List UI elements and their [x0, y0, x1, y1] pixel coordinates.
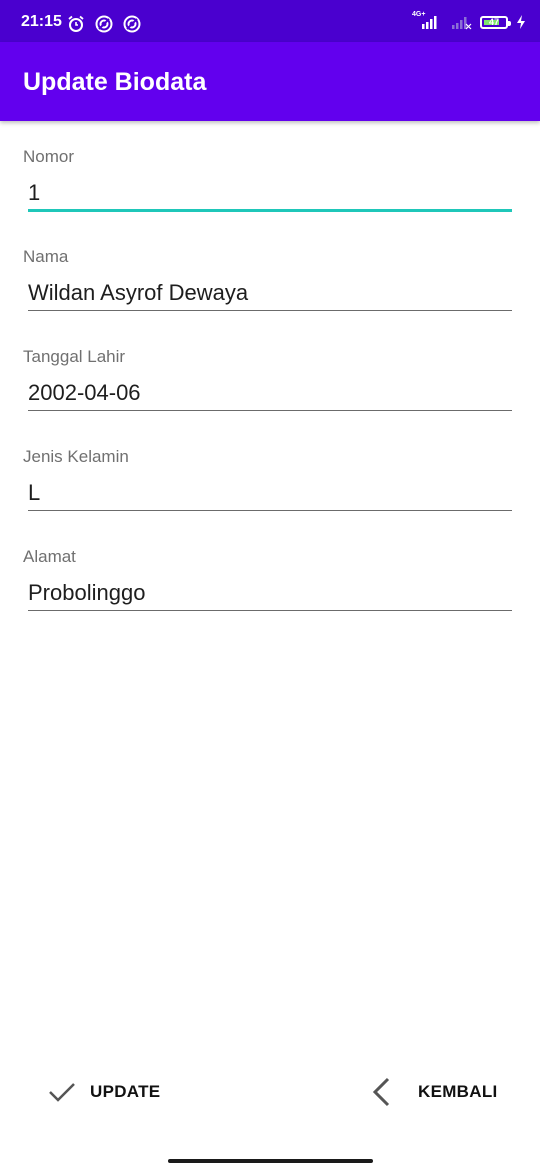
jenis-kelamin-input[interactable]: L	[28, 476, 512, 511]
field-label: Tanggal Lahir	[23, 347, 126, 366]
page-title: Update Biodata	[23, 68, 207, 96]
app-bar: Update Biodata	[0, 42, 540, 121]
tanggal-lahir-input[interactable]: 2002-04-06	[28, 376, 512, 411]
signal-icon: 4G+	[412, 11, 442, 30]
update-label: UPDATE	[90, 1082, 161, 1101]
signal-icon	[452, 17, 472, 30]
battery-level: 47	[488, 16, 499, 27]
field-tanggal-lahir: Tanggal Lahir 2002-04-06	[0, 347, 540, 447]
battery-cap	[508, 20, 511, 26]
field-label: Alamat	[23, 547, 76, 566]
field-label: Nomor	[23, 147, 75, 166]
sync-icon	[95, 15, 113, 33]
status-icons-left	[67, 15, 141, 33]
status-time: 21:15	[21, 13, 62, 30]
field-jenis-kelamin: Jenis Kelamin L	[0, 447, 540, 547]
sync-icon	[123, 15, 141, 33]
field-label: Jenis Kelamin	[23, 447, 129, 466]
alarm-icon	[68, 15, 84, 32]
alamat-input[interactable]: Probolinggo	[28, 576, 512, 611]
battery-icon: 47	[480, 15, 511, 29]
field-label: Nama	[23, 247, 69, 266]
update-button[interactable]: UPDATE	[48, 1072, 160, 1112]
field-nomor: Nomor 1	[0, 147, 540, 247]
back-label: KEMBALI	[418, 1082, 498, 1101]
status-icons-right: 4G+ 47	[412, 11, 526, 30]
charging-icon	[517, 15, 525, 29]
nomor-input[interactable]: 1	[28, 176, 512, 212]
status-bar: 21:15 4G+ 47	[0, 0, 540, 42]
chevron-left-icon	[372, 1077, 390, 1107]
home-indicator[interactable]	[168, 1159, 373, 1163]
field-alamat: Alamat Probolinggo	[0, 547, 540, 647]
check-icon	[49, 1083, 75, 1102]
nama-input[interactable]: Wildan Asyrof Dewaya	[28, 276, 512, 311]
back-button[interactable]: KEMBALI	[370, 1072, 498, 1112]
field-nama: Nama Wildan Asyrof Dewaya	[0, 247, 540, 347]
